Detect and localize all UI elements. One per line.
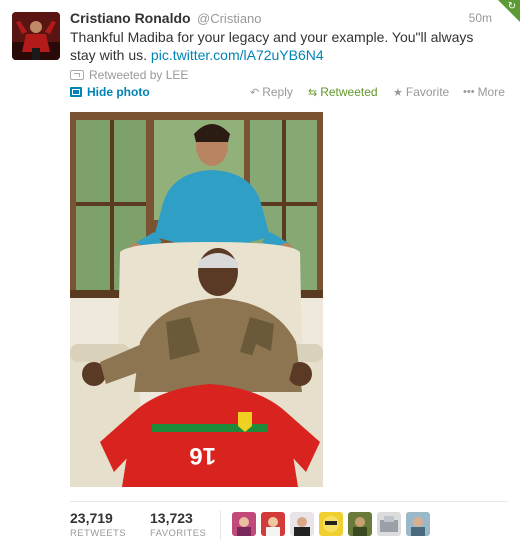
- retweets-label: RETWEETS: [70, 528, 126, 539]
- retweeter-avatar[interactable]: [261, 512, 285, 536]
- hide-photo-link[interactable]: Hide photo: [70, 85, 150, 99]
- tweet-photo[interactable]: 16: [70, 112, 323, 487]
- reply-arrow-icon: ↶: [250, 86, 260, 99]
- favorite-label: Favorite: [405, 85, 450, 99]
- retweeter-avatar[interactable]: [232, 512, 256, 536]
- author-username[interactable]: @Cristiano: [197, 11, 262, 26]
- retweets-count: 23,719: [70, 510, 113, 526]
- svg-text:16: 16: [189, 442, 216, 469]
- tweet-actions: Hide photo ↶ Reply ⇆ Retweeted ★ Favorit…: [70, 85, 508, 101]
- avatar[interactable]: [12, 12, 60, 60]
- more-button[interactable]: ••• More: [463, 85, 505, 99]
- retweeted-by: Retweeted by LEE: [70, 68, 188, 82]
- author-fullname[interactable]: Cristiano Ronaldo: [70, 10, 191, 26]
- tweet-card: ↻ Cristiano Ronaldo @Cristiano 50m Thank…: [0, 0, 520, 545]
- stats-separator: [220, 510, 221, 540]
- favorites-stat[interactable]: 13,723 FAVORITES: [150, 510, 206, 539]
- retweet-button[interactable]: ⇆ Retweeted: [308, 85, 378, 99]
- star-icon: ★: [393, 86, 403, 99]
- retweet-action-icon: ⇆: [308, 86, 318, 99]
- favorite-button[interactable]: ★ Favorite: [393, 85, 449, 99]
- retweeter-avatar[interactable]: [319, 512, 343, 536]
- retweets-stat[interactable]: 23,719 RETWEETS: [70, 510, 126, 539]
- photo-icon: [70, 87, 82, 97]
- reply-label: Reply: [262, 85, 293, 99]
- retweeter-avatar[interactable]: [290, 512, 314, 536]
- tweet-text: Thankful Madiba for your legacy and your…: [70, 28, 490, 64]
- favorites-label: FAVORITES: [150, 528, 207, 539]
- retweeted-by-label[interactable]: Retweeted by LEE: [89, 68, 188, 82]
- retweeter-avatar[interactable]: [377, 512, 401, 536]
- tweet-timestamp[interactable]: 50m: [469, 11, 492, 25]
- retweet-icon: [70, 70, 84, 80]
- divider: [70, 501, 508, 502]
- retweeted-label: Retweeted: [320, 85, 378, 99]
- reply-button[interactable]: ↶ Reply: [250, 85, 293, 99]
- retweeter-avatar[interactable]: [406, 512, 430, 536]
- more-label: More: [477, 85, 505, 99]
- hide-photo-label: Hide photo: [87, 85, 150, 99]
- retweeter-avatar[interactable]: [348, 512, 372, 536]
- tweet-header: Cristiano Ronaldo @Cristiano 50m: [70, 10, 508, 28]
- retweeter-avatars: [232, 512, 430, 536]
- ellipsis-icon: •••: [463, 86, 475, 98]
- favorites-count: 13,723: [150, 510, 193, 526]
- tweet-photo-link[interactable]: pic.twitter.com/lA72uYB6N4: [151, 47, 324, 63]
